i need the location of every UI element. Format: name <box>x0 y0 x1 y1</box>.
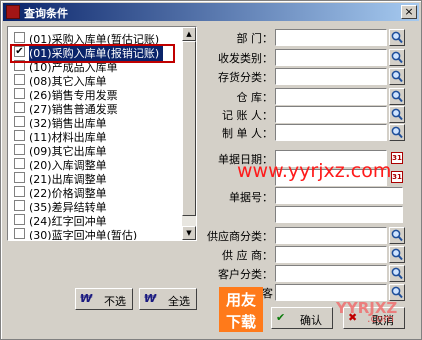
inventory-class-field[interactable] <box>275 68 387 85</box>
department-lookup-button[interactable] <box>389 29 405 46</box>
customer-class-field[interactable] <box>275 265 387 282</box>
scroll-thumb[interactable] <box>182 41 196 216</box>
inventory-class-label: 存货分类： <box>218 71 273 84</box>
calendar-icon: 31 <box>391 171 403 183</box>
warehouse-lookup-button[interactable] <box>389 88 405 105</box>
doc-no-to-field[interactable] <box>275 206 403 223</box>
department-label: 部 门： <box>236 32 274 45</box>
dispatch-type-label: 收发类别： <box>218 52 273 65</box>
scroll-up-arrow-icon[interactable]: ▲ <box>182 27 196 41</box>
supplier-lookup-button[interactable] <box>389 246 405 263</box>
checkbox[interactable] <box>14 88 25 99</box>
list-item[interactable]: (21)出库调整单 <box>11 170 183 186</box>
inventory-class-lookup-button[interactable] <box>389 68 405 85</box>
list-item[interactable]: ✔ (01)采购入库单(报销记账) <box>11 44 183 61</box>
watermark-logo: 用友 下载 <box>219 287 263 332</box>
checkbox[interactable] <box>14 144 25 155</box>
dispatch-type-field[interactable] <box>275 49 387 66</box>
title-bar: 查询条件 × <box>3 3 419 21</box>
checkbox[interactable] <box>14 200 25 211</box>
calendar-icon: 31 <box>391 152 403 164</box>
select-all-button[interactable]: ₩ 全选 <box>139 288 197 310</box>
magnifier-icon <box>391 229 403 242</box>
date-from-calendar-button[interactable]: 31 <box>389 150 405 167</box>
checkbox[interactable]: ✔ <box>14 46 25 57</box>
department-field[interactable] <box>275 29 387 46</box>
list-scrollbar[interactable]: ▲ ▼ <box>182 27 196 240</box>
customer-class-lookup-button[interactable] <box>389 265 405 282</box>
checkbox[interactable] <box>14 158 25 169</box>
doc-no-from-field[interactable] <box>275 187 403 204</box>
list-item[interactable]: (26)销售专用发票 <box>11 86 183 102</box>
confirm-button[interactable]: ✔ 确认 <box>271 307 333 329</box>
list-item[interactable]: (22)价格调整单 <box>11 184 183 200</box>
deselect-all-button[interactable]: ₩ 不选 <box>75 288 133 310</box>
list-item[interactable]: (32)销售出库单 <box>11 114 183 130</box>
select-all-label: 全选 <box>168 295 190 308</box>
list-item[interactable]: (10)产成品入库单 <box>11 58 183 74</box>
bookkeeper-lookup-button[interactable] <box>389 106 405 123</box>
bookkeeper-label: 记 账 人： <box>222 109 273 122</box>
maker-field[interactable] <box>275 124 387 141</box>
list-item[interactable]: (20)入库调整单 <box>11 156 183 172</box>
checkbox[interactable] <box>14 32 25 43</box>
list-item[interactable]: (35)差异结转单 <box>11 198 183 214</box>
magnifier-icon <box>391 70 403 83</box>
list-item-label: (30)蓝字回冲单(暂估) <box>29 229 138 241</box>
magnifier-icon <box>391 267 403 280</box>
magnifier-icon <box>391 51 403 64</box>
logo-top-text: 用友 <box>226 291 257 309</box>
dispatch-type-lookup-button[interactable] <box>389 49 405 66</box>
list-item[interactable]: (01)采购入库单(暂估记账) <box>11 30 183 46</box>
supplier-class-label: 供应商分类： <box>207 230 273 243</box>
checkbox[interactable] <box>14 74 25 85</box>
magnifier-icon <box>391 108 403 121</box>
customer-class-label: 客户分类： <box>218 268 273 281</box>
watermark-url: www.yyrjxz.com <box>237 160 392 182</box>
magnifier-icon <box>391 248 403 261</box>
list-item[interactable]: (11)材料出库单 <box>11 128 183 144</box>
maker-label: 制 单 人： <box>222 127 273 140</box>
checkbox[interactable] <box>14 102 25 113</box>
supplier-field[interactable] <box>275 246 387 263</box>
check-icon: ✔ <box>276 311 286 324</box>
checkbox[interactable] <box>14 130 25 141</box>
magnifier-icon <box>391 90 403 103</box>
window-title: 查询条件 <box>24 7 68 20</box>
deselect-icon: ₩ <box>80 292 93 305</box>
bookkeeper-field[interactable] <box>275 106 387 123</box>
list-item[interactable]: (09)其它出库单 <box>11 142 183 158</box>
confirm-label: 确认 <box>300 314 322 327</box>
checkbox[interactable] <box>14 186 25 197</box>
close-button[interactable]: × <box>401 5 417 19</box>
date-to-calendar-button[interactable]: 31 <box>389 169 405 186</box>
checkbox[interactable] <box>14 116 25 127</box>
select-icon: ₩ <box>144 292 157 305</box>
supplier-class-field[interactable] <box>275 227 387 244</box>
warehouse-field[interactable] <box>275 88 387 105</box>
magnifier-icon <box>391 126 403 139</box>
list-item[interactable]: (08)其它入库单 <box>11 72 183 88</box>
deselect-all-label: 不选 <box>104 295 126 308</box>
magnifier-icon <box>391 31 403 44</box>
list-item[interactable]: (24)红字回冲单 <box>11 212 183 228</box>
warehouse-label: 仓 库： <box>236 91 274 104</box>
scroll-down-arrow-icon[interactable]: ▼ <box>182 226 196 240</box>
checkbox[interactable] <box>14 228 25 239</box>
checkbox[interactable] <box>14 214 25 225</box>
watermark-com: .com <box>367 312 394 325</box>
list-item[interactable]: (30)蓝字回冲单(暂估) <box>11 226 183 241</box>
supplier-label: 供 应 商： <box>222 249 273 262</box>
list-item[interactable]: (27)销售普通发票 <box>11 100 183 116</box>
doc-no-label: 单据号： <box>229 191 273 204</box>
maker-lookup-button[interactable] <box>389 124 405 141</box>
supplier-class-lookup-button[interactable] <box>389 227 405 244</box>
checkbox[interactable] <box>14 172 25 183</box>
app-icon <box>6 5 20 19</box>
checkbox[interactable] <box>14 60 25 71</box>
magnifier-icon <box>391 286 403 299</box>
logo-bottom-text: 下载 <box>226 313 257 331</box>
document-type-list[interactable]: (01)采购入库单(暂估记账) ✔ (01)采购入库单(报销记账) (10)产成品入库… <box>7 26 197 241</box>
